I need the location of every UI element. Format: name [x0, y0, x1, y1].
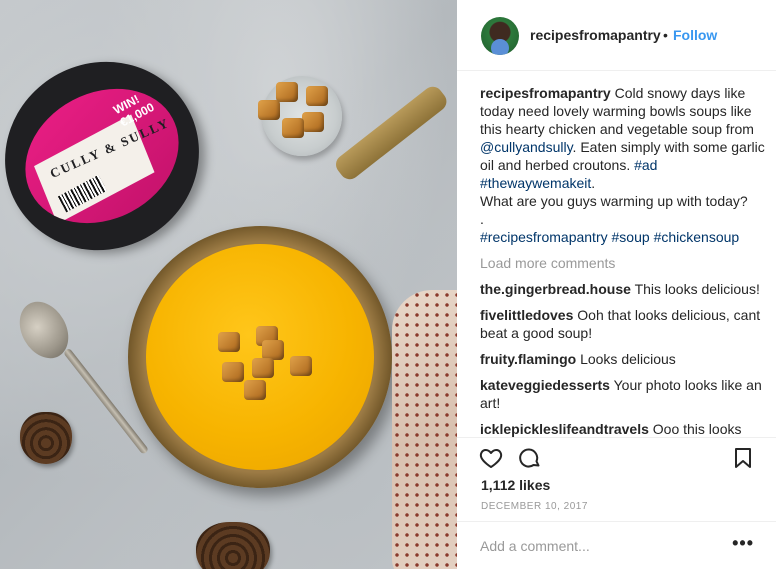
patterned-cloth	[392, 290, 457, 569]
bookmark-icon[interactable]	[731, 446, 755, 470]
pine-cone	[196, 522, 270, 569]
post-date: DECEMBER 10, 2017	[481, 501, 588, 512]
comment-username[interactable]: icklepickleslifeandtravels	[480, 421, 649, 437]
comment-username[interactable]: kateveggiedesserts	[480, 377, 610, 393]
crouton	[276, 82, 298, 102]
comment-input[interactable]	[480, 536, 730, 556]
hashtag-link[interactable]: #ad	[634, 157, 657, 173]
crouton	[258, 100, 280, 120]
caption: recipesfromapantry Cold snowy days like …	[480, 84, 765, 246]
comment-item: fruity.flamingo Looks delicious	[480, 350, 765, 368]
load-more-comments-button[interactable]: Load more comments	[480, 254, 765, 272]
likes-count[interactable]: 1,112 likes	[481, 477, 550, 493]
mention-link[interactable]: @cullyandsully	[480, 139, 573, 155]
comment-item: fivelittledoves Ooh that looks delicious…	[480, 306, 765, 342]
crouton	[252, 358, 274, 378]
follow-button[interactable]: Follow	[673, 27, 717, 43]
comment-item: kateveggiedesserts Your photo looks like…	[480, 376, 765, 412]
comment-username[interactable]: fivelittledoves	[480, 307, 573, 323]
header-username[interactable]: recipesfromapantry	[530, 27, 661, 43]
soup	[146, 244, 374, 470]
caption-question: What are you guys warming up with today?	[480, 193, 748, 209]
crouton	[218, 332, 240, 352]
crouton	[282, 118, 304, 138]
header-separator: •	[663, 27, 668, 43]
caption-username[interactable]: recipesfromapantry	[480, 85, 611, 101]
heart-icon[interactable]	[479, 446, 503, 470]
hashtag-link[interactable]: #soup	[612, 229, 650, 245]
caption-text: .	[591, 175, 596, 191]
pine-cone	[20, 412, 72, 464]
crouton	[302, 112, 324, 132]
hashtag-link[interactable]: #recipesfromapantry	[480, 229, 608, 245]
crouton	[290, 356, 312, 376]
comment-username[interactable]: the.gingerbread.house	[480, 281, 631, 297]
post-side-panel: recipesfromapantry • Follow recipesfroma…	[457, 0, 776, 569]
comment-item: icklepickleslifeandtravels Ooo this look…	[480, 420, 765, 438]
comment-bubble-icon[interactable]	[518, 446, 542, 470]
pan-handle	[331, 82, 451, 184]
comment-text: Looks delicious	[580, 351, 676, 367]
crouton	[244, 380, 266, 400]
post-header: recipesfromapantry • Follow	[457, 0, 776, 71]
hashtag-link[interactable]: #thewaywemakeit	[480, 175, 591, 191]
comment-text: This looks delicious!	[634, 281, 760, 297]
add-comment-bar: •••	[457, 521, 776, 569]
caption-dot: .	[480, 211, 484, 227]
action-bar	[457, 437, 776, 477]
avatar[interactable]	[481, 17, 519, 55]
post-photo[interactable]: CULLY & SULLY WIN! €1,000	[0, 0, 457, 569]
comment-text: Ooo this looks	[652, 421, 742, 437]
comments-section: recipesfromapantry Cold snowy days like …	[480, 84, 765, 438]
comment-username[interactable]: fruity.flamingo	[480, 351, 576, 367]
more-options-icon[interactable]: •••	[732, 534, 754, 552]
hashtag-link[interactable]: #chickensoup	[654, 229, 740, 245]
tub-label: CULLY & SULLY WIN! €1,000	[1, 62, 203, 250]
comment-item: the.gingerbread.house This looks delicio…	[480, 280, 765, 298]
crouton	[222, 362, 244, 382]
crouton	[262, 340, 284, 360]
crouton	[306, 86, 328, 106]
